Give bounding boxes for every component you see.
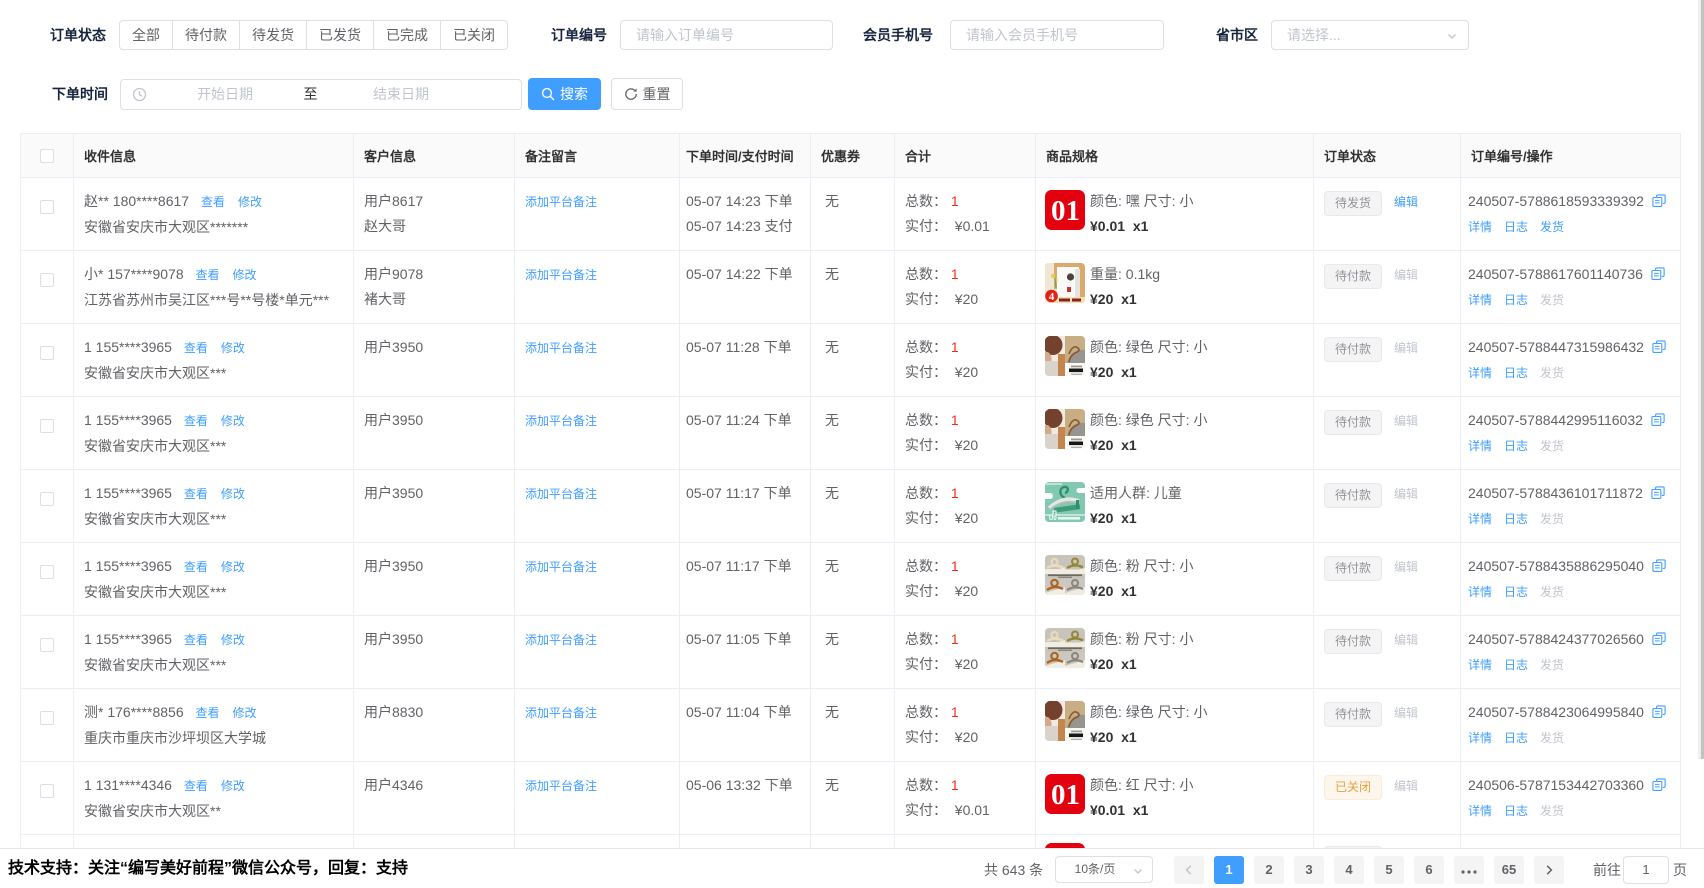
svg-text:U0: U0 (1049, 516, 1057, 522)
svg-text:01: 01 (1051, 195, 1080, 227)
svg-text:01: 01 (1051, 779, 1080, 811)
svg-text:4: 4 (1049, 291, 1055, 303)
